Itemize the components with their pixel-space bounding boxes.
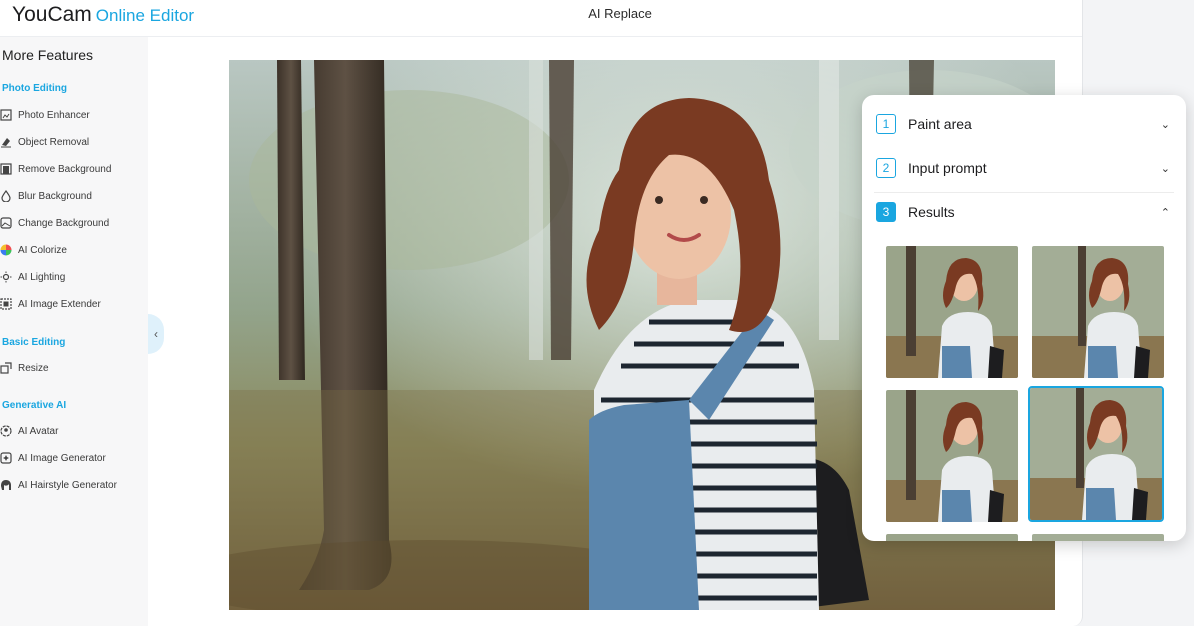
result-thumbnail-4[interactable] [1028, 386, 1164, 522]
sidebar-item-ai-hairstyle-generator[interactable]: AI Hairstyle Generator [0, 476, 146, 494]
section-generative-ai: Generative AI [2, 400, 67, 411]
step-label: Results [908, 204, 955, 220]
step-number: 2 [876, 158, 896, 178]
sidebar-item-blur-background[interactable]: Blur Background [0, 187, 146, 205]
sidebar-item-photo-enhancer[interactable]: Photo Enhancer [0, 106, 146, 124]
extender-icon [0, 298, 12, 310]
sidebar-item-object-removal[interactable]: Object Removal [0, 133, 146, 151]
step-number: 3 [876, 202, 896, 222]
logo-brand: YouCam [12, 3, 92, 26]
avatar-icon [0, 425, 12, 437]
lighting-icon [0, 271, 12, 283]
sidebar-item-label: Object Removal [18, 136, 90, 148]
colorize-icon [0, 244, 12, 256]
sidebar-item-label: Resize [18, 362, 49, 374]
result-image [886, 534, 1018, 541]
blur-icon [1, 190, 11, 202]
enhance-icon [0, 109, 12, 121]
sidebar-item-remove-background[interactable]: Remove Background [0, 160, 146, 178]
change-bg-icon [0, 217, 12, 229]
sidebar-item-label: Change Background [18, 217, 110, 229]
sidebar-item-ai-image-extender[interactable]: AI Image Extender [0, 295, 146, 313]
sidebar-collapse-button[interactable]: ‹ [148, 314, 164, 354]
ai-replace-panel: 1 Paint area ⌄ 2 Input prompt ⌄ 3 Result… [862, 95, 1186, 541]
sidebar-item-label: AI Hairstyle Generator [18, 479, 117, 491]
sidebar-item-ai-avatar[interactable]: AI Avatar [0, 422, 146, 440]
sidebar-item-ai-colorize[interactable]: AI Colorize [0, 241, 146, 259]
sidebar-item-label: AI Lighting [18, 271, 66, 283]
result-thumbnail-5[interactable] [884, 532, 1020, 541]
resize-icon [0, 362, 12, 374]
sidebar-item-ai-lighting[interactable]: AI Lighting [0, 268, 146, 286]
logo-tag: Online Editor [95, 6, 195, 25]
chevron-down-icon: ⌄ [1160, 162, 1170, 175]
step-label: Paint area [908, 116, 972, 132]
chevron-down-icon: ⌄ [1160, 118, 1170, 131]
result-thumbnail-2[interactable] [1030, 244, 1166, 380]
sidebar-item-label: AI Avatar [18, 425, 59, 437]
step-input-prompt[interactable]: 2 Input prompt ⌄ [862, 146, 1186, 190]
step-label: Input prompt [908, 160, 987, 176]
sidebar-item-resize[interactable]: Resize [0, 359, 146, 377]
result-thumbnail-6[interactable] [1030, 532, 1166, 541]
result-image [1032, 534, 1164, 541]
step-paint-area[interactable]: 1 Paint area ⌄ [862, 102, 1186, 146]
section-basic-editing: Basic Editing [2, 337, 66, 348]
result-image [886, 390, 1018, 522]
result-image [886, 246, 1018, 378]
sidebar-item-label: AI Image Extender [18, 298, 101, 310]
hairstyle-icon [1, 480, 11, 490]
sidebar-heading: More Features [2, 47, 94, 63]
sidebar: More Features Photo Editing Photo Enhanc… [0, 37, 148, 626]
result-image [1030, 388, 1162, 520]
top-bar: YouCam Online Editor AI Replace [0, 0, 1082, 37]
result-thumbnail-3[interactable] [884, 388, 1020, 524]
chevron-up-icon: ⌃ [1160, 206, 1170, 219]
result-thumbnail-1[interactable] [884, 244, 1020, 380]
sidebar-item-label: Photo Enhancer [18, 109, 90, 121]
result-image [1032, 246, 1164, 378]
sidebar-item-label: Remove Background [18, 163, 112, 175]
image-generator-icon [0, 452, 12, 464]
section-photo-editing: Photo Editing [2, 83, 67, 94]
sidebar-item-label: Blur Background [18, 190, 92, 202]
editor-window: YouCam Online Editor AI Replace More Feat… [0, 0, 1186, 626]
chevron-left-icon: ‹ [154, 327, 158, 341]
page-title: AI Replace [588, 6, 652, 21]
sidebar-item-change-background[interactable]: Change Background [0, 214, 146, 232]
remove-bg-icon [0, 163, 12, 175]
step-number: 1 [876, 114, 896, 134]
sidebar-item-label: AI Colorize [18, 244, 67, 256]
sidebar-item-ai-image-generator[interactable]: AI Image Generator [0, 449, 146, 467]
sidebar-item-label: AI Image Generator [18, 452, 106, 464]
logo[interactable]: YouCam Online Editor [12, 3, 194, 27]
eraser-icon [1, 138, 11, 148]
step-results[interactable]: 3 Results ⌃ [862, 190, 1186, 234]
